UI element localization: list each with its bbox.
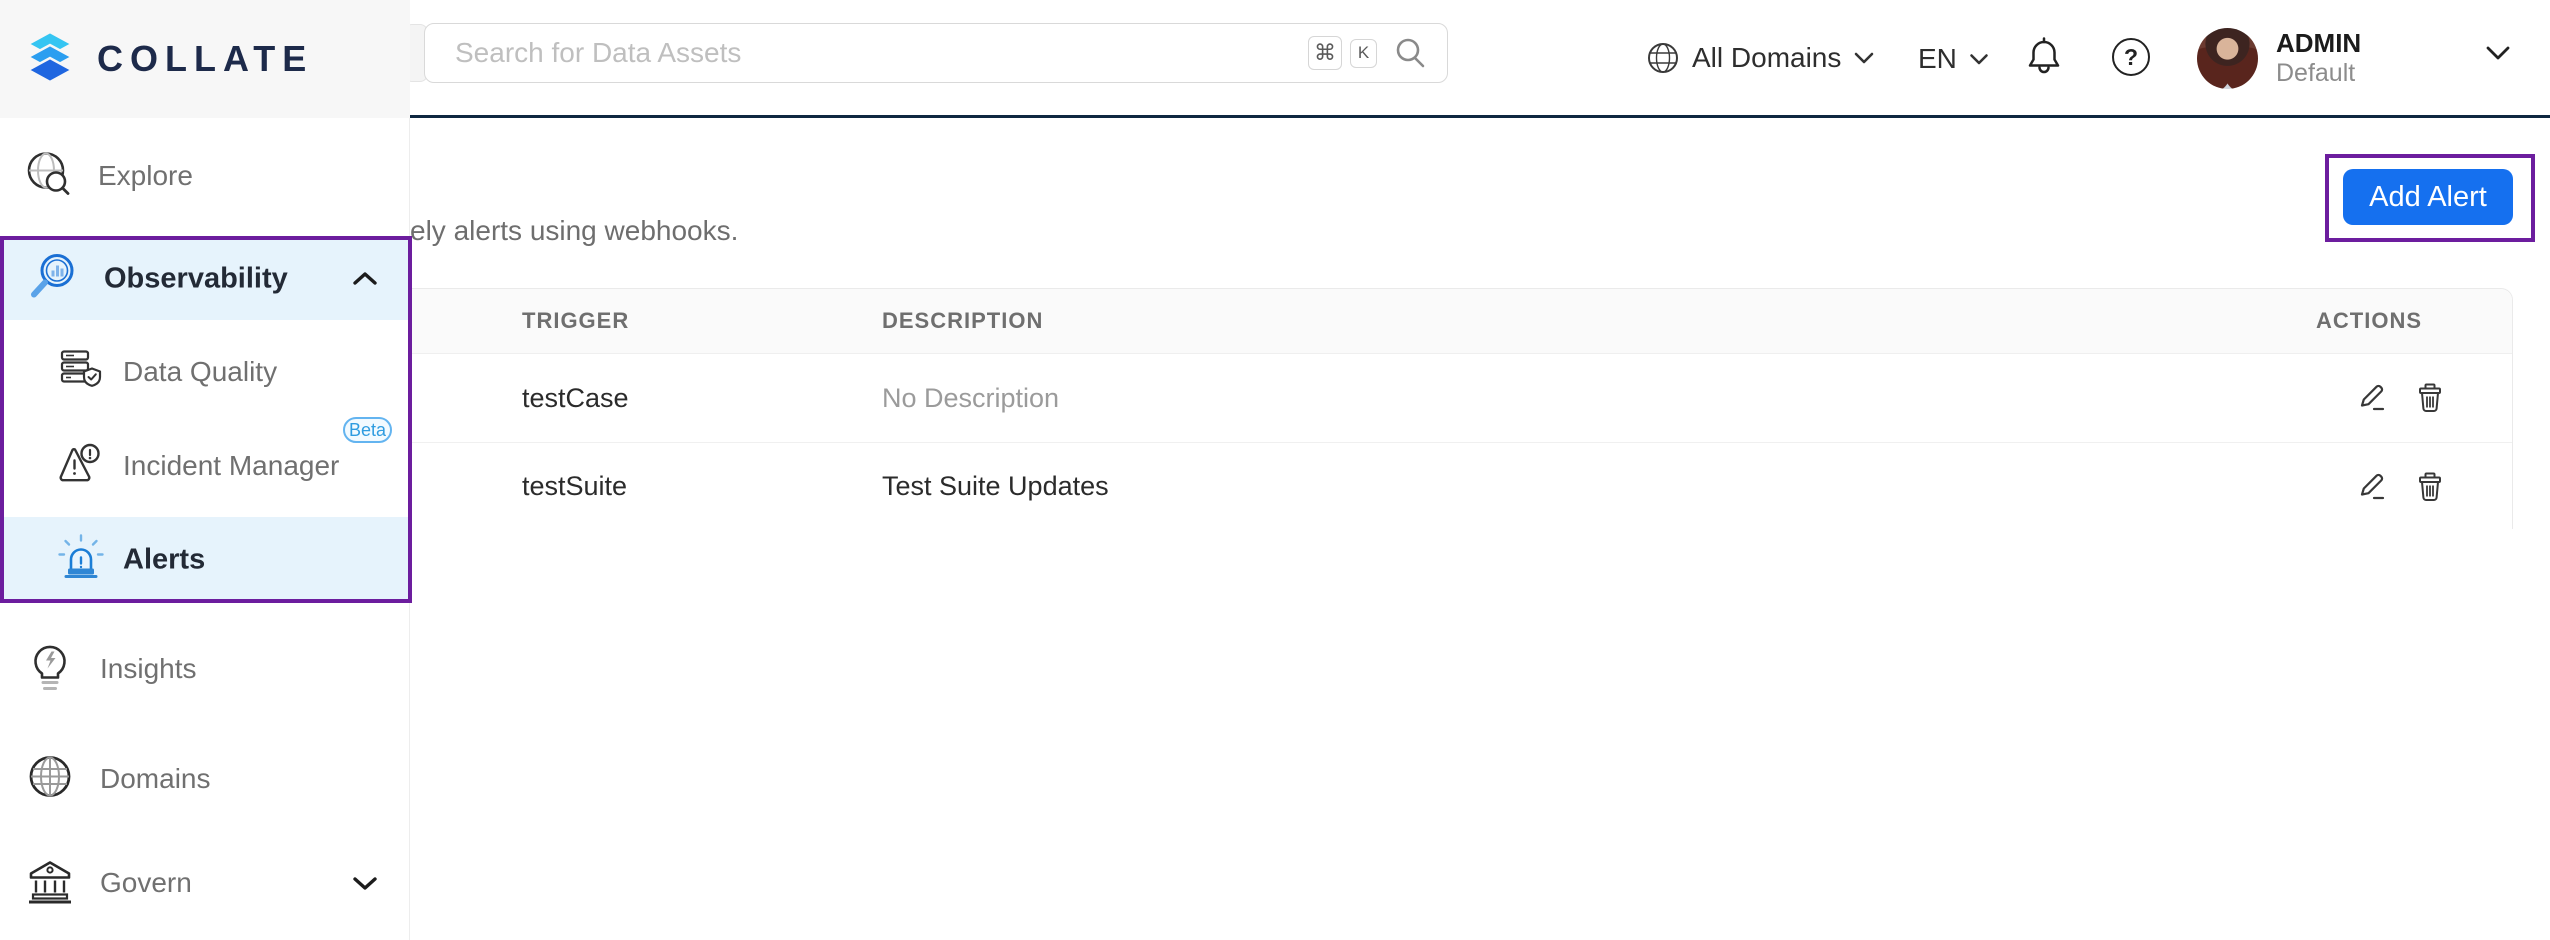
sidebar-item-label: Explore [98,160,193,192]
incident-manager-icon [57,441,103,492]
user-team: Default [2276,58,2361,88]
insights-lightbulb-icon [26,638,74,701]
add-alert-button[interactable]: Add Alert [2343,169,2513,225]
edit-alert-button[interactable] [2356,382,2388,414]
collate-logo-icon [23,26,77,92]
collate-logo-text: COLLATE [97,38,313,80]
table-row: testCase No Description [410,354,2512,442]
chevron-down-icon [2484,44,2512,62]
column-header-actions: ACTIONS [2232,308,2512,334]
description-cell: No Description [882,383,2232,414]
chevron-down-icon [1853,51,1875,65]
sidebar-item-label: Insights [100,653,197,685]
sidebar-item-insights[interactable]: Insights [0,640,410,698]
edit-alert-button[interactable] [2356,471,2388,503]
k-key-badge: K [1350,39,1377,68]
chevron-up-icon [352,271,378,287]
collate-app: ⌘ K All Domains EN [0,0,2550,940]
sidebar-item-domains[interactable]: Domains [0,750,410,808]
user-menu-caret[interactable] [2484,44,2512,62]
search-input[interactable] [455,37,1308,69]
column-header-description: DESCRIPTION [882,308,2232,334]
user-name: ADMIN [2276,28,2361,58]
cmd-key-badge: ⌘ [1308,36,1342,70]
alerts-table: TRIGGER DESCRIPTION ACTIONS testCase No … [410,288,2513,529]
alerts-table-header: TRIGGER DESCRIPTION ACTIONS [410,289,2512,354]
column-header-trigger: TRIGGER [410,308,882,334]
sidebar-item-label: Data Quality [123,356,277,388]
description-cell: Test Suite Updates [882,471,2232,502]
beta-badge: Beta [343,417,392,443]
domains-globe-icon [23,750,77,809]
user-menu[interactable]: ADMIN Default [2197,26,2361,90]
sidebar-item-label: Domains [100,763,210,795]
language-label: EN [1918,43,1957,75]
sidebar-item-govern[interactable]: Govern [0,854,410,912]
sidebar-item-label: Incident Manager [123,450,339,482]
delete-alert-button[interactable] [2414,382,2446,414]
alerts-page-description: ely alerts using webhooks. [410,215,738,247]
left-sidebar: COLLATE Explore Observability Data [0,0,410,940]
sidebar-item-label: Observability [104,262,288,295]
search-icon[interactable] [1393,35,1429,71]
notifications-button[interactable] [2024,36,2064,78]
delete-alert-button[interactable] [2414,471,2446,503]
sidebar-header: COLLATE [0,0,410,118]
bell-icon [2024,36,2064,78]
chevron-down-icon [1969,53,1989,66]
sidebar-item-label: Alerts [123,544,205,577]
sidebar-item-explore[interactable]: Explore [0,148,410,204]
language-selector[interactable]: EN [1918,42,1989,76]
govern-bank-icon [23,854,77,913]
chevron-down-icon [352,875,378,891]
sidebar-item-label: Govern [100,867,192,899]
observability-magnifier-chart-icon [25,249,79,308]
explore-globe-search-icon [23,148,75,205]
alerts-siren-icon [58,533,104,588]
domain-selector[interactable]: All Domains [1646,38,1875,78]
sidebar-item-incident-manager[interactable]: Incident Manager [0,436,410,496]
collate-logo[interactable]: COLLATE [23,26,313,92]
global-search: ⌘ K [424,23,1448,83]
globe-icon [1646,41,1680,75]
sidebar-item-data-quality[interactable]: Data Quality [0,342,410,402]
domain-selector-label: All Domains [1692,42,1841,74]
sidebar-item-observability[interactable]: Observability [0,237,410,320]
table-row: testSuite Test Suite Updates [410,442,2512,530]
sidebar-item-alerts[interactable]: Alerts [0,517,410,603]
help-icon: ? [2112,38,2150,76]
trigger-cell: testSuite [410,471,882,502]
data-quality-icon [57,347,103,398]
avatar [2197,28,2258,89]
help-button[interactable]: ? [2112,38,2150,76]
trigger-cell: testCase [410,383,882,414]
